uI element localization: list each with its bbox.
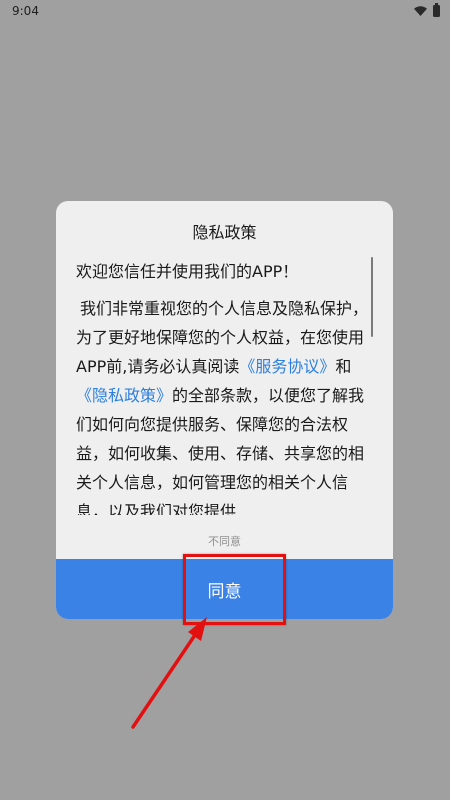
status-icons [414,3,440,17]
battery-icon [433,3,440,17]
wifi-icon [414,6,427,16]
highlight-box [183,554,286,625]
privacy-policy-link[interactable]: 《隐私政策》 [76,386,172,405]
policy-paragraph: 我们非常重视您的个人信息及隐私保护，为了更好地保障您的个人权益，在您使用APP前… [76,294,374,515]
status-bar: 9:04 [0,0,450,22]
content-scrollbar[interactable] [371,257,373,337]
service-agreement-link[interactable]: 《服务协议》 [239,357,335,376]
dialog-title: 隐私政策 [192,223,257,242]
policy-text-part2: 的全部条款，以便您了解我们如何向您提供服务、保障您的合法权益，如何收集、使用、存… [76,386,365,515]
disagree-button[interactable]: 不同意 [56,533,393,549]
policy-text-and: 和 [335,357,352,376]
dialog-content[interactable]: 欢迎您信任并使用我们的APP！ 我们非常重视您的个人信息及隐私保护，为了更好地保… [76,257,374,515]
status-time: 9:04 [12,4,39,18]
welcome-text: 欢迎您信任并使用我们的APP！ [76,262,299,281]
